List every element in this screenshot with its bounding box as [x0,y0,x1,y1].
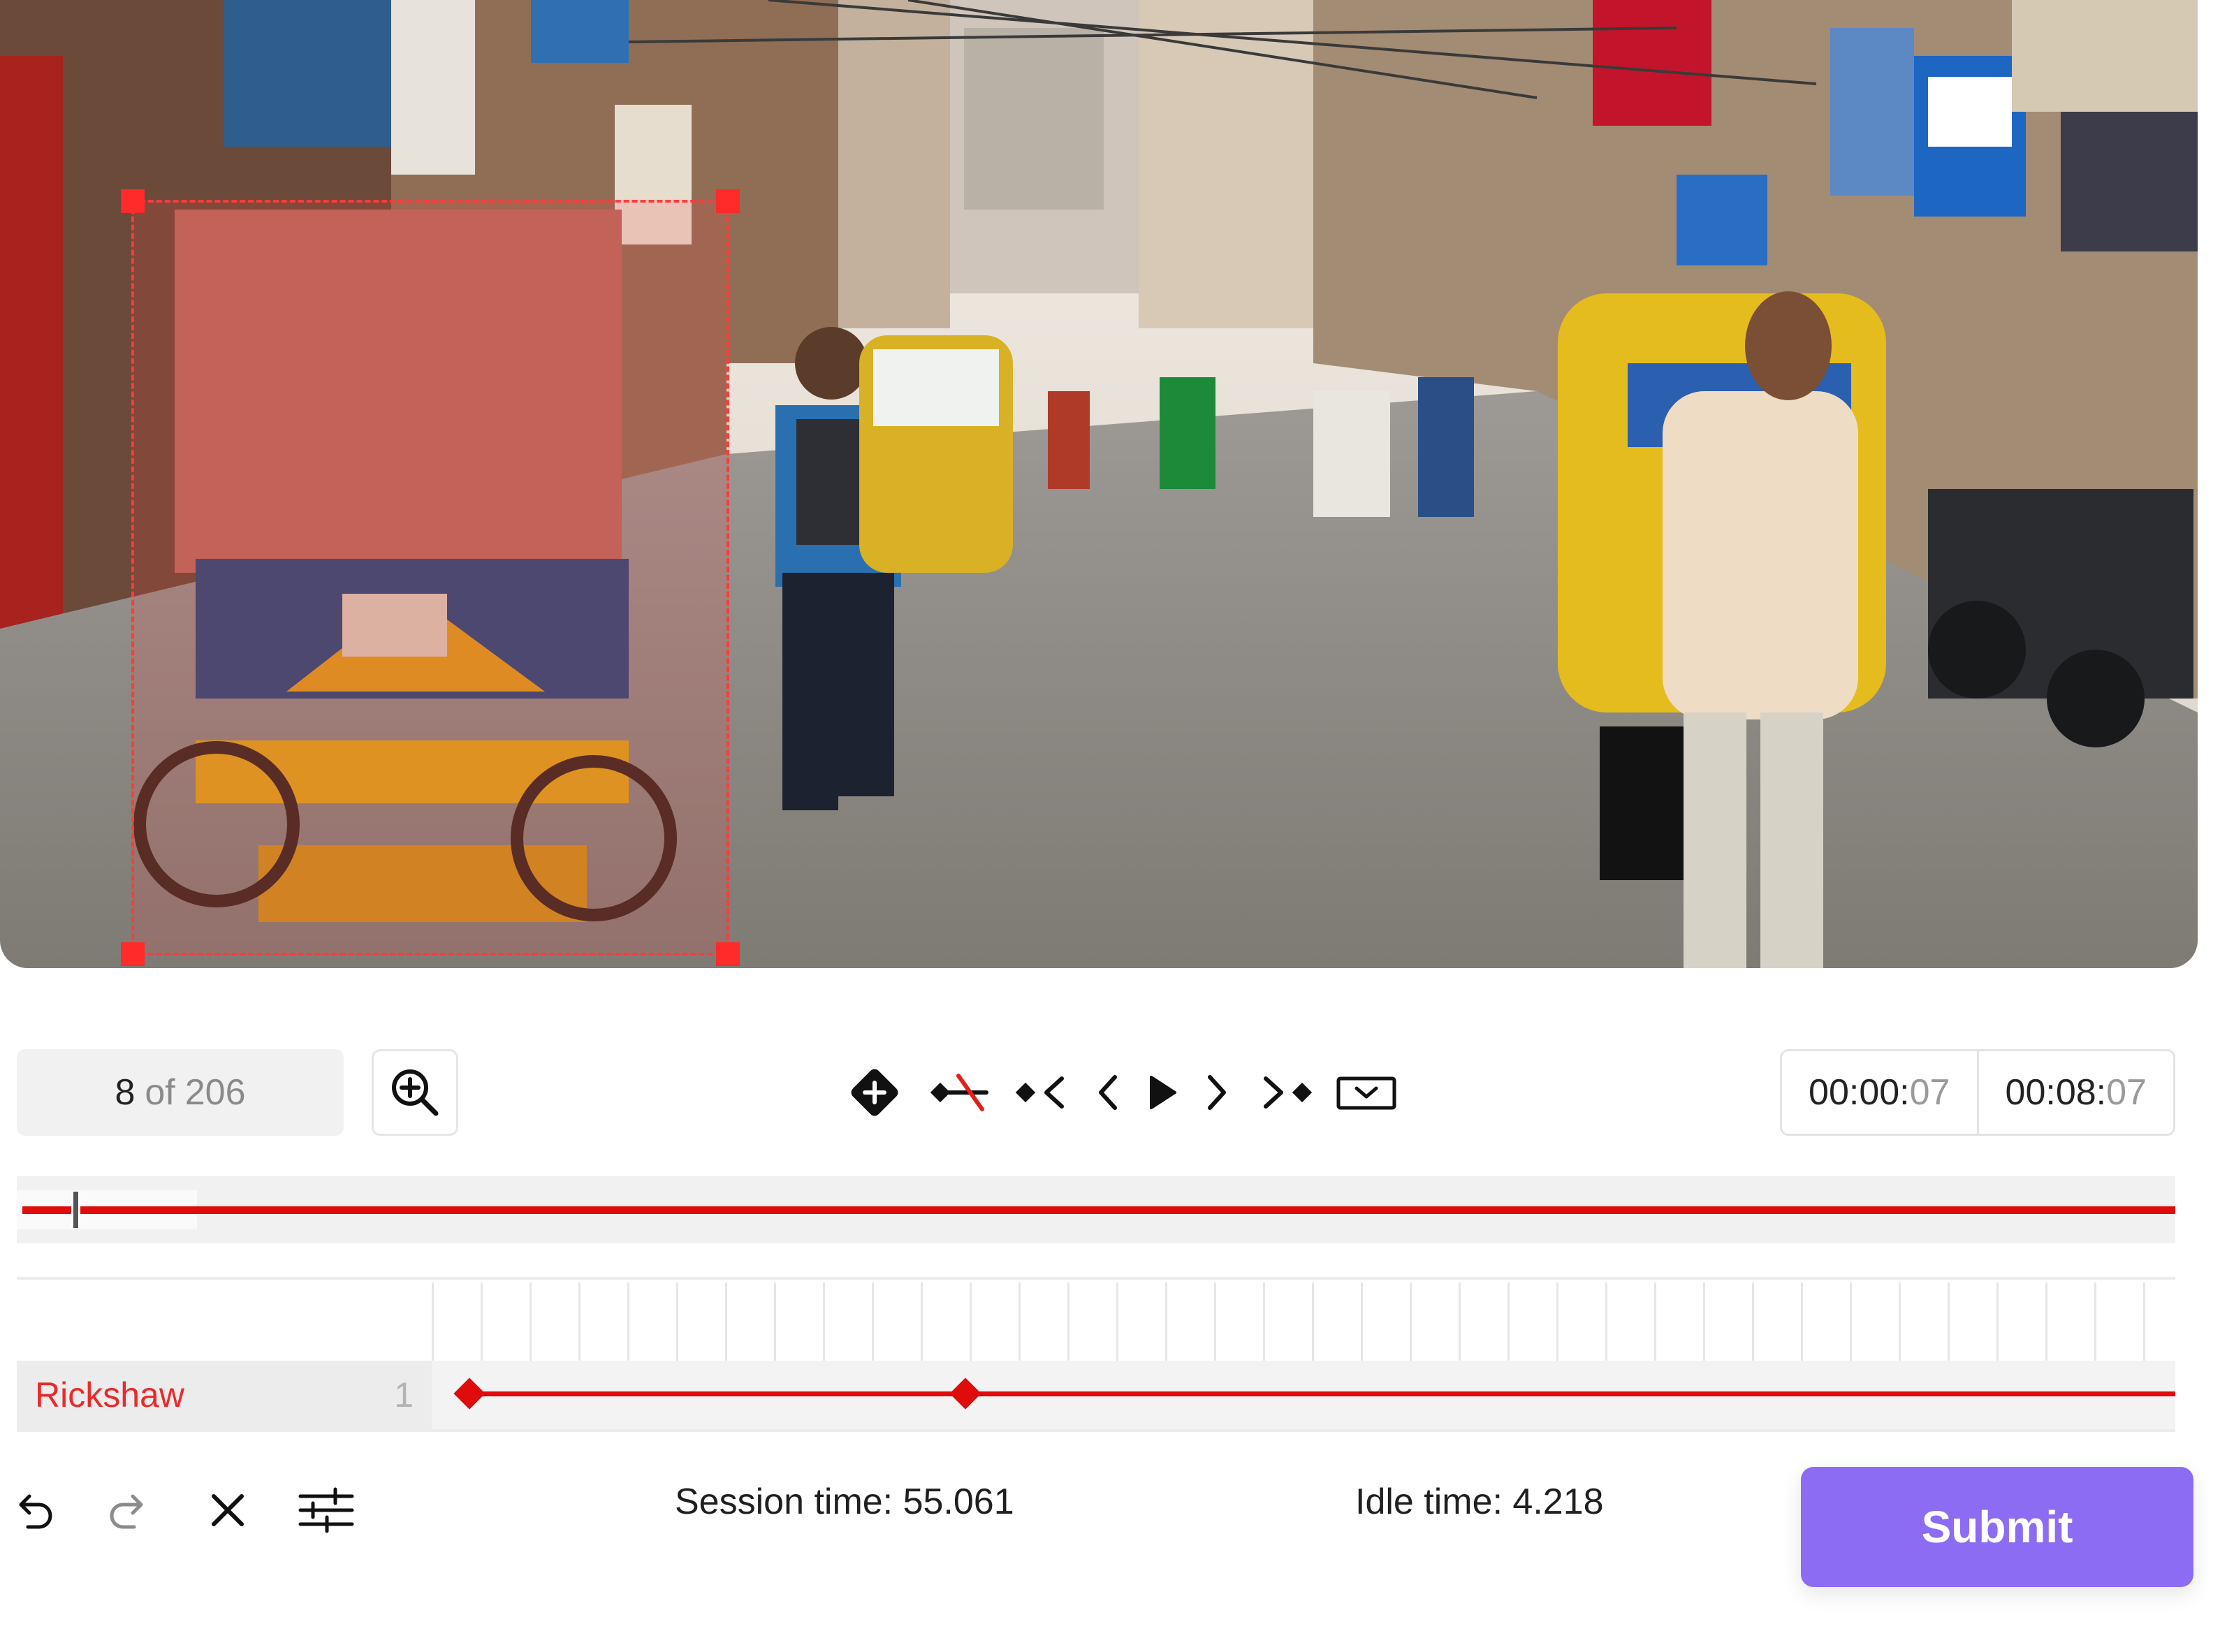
remove-keyframe-button[interactable] [926,1059,993,1126]
previous-frame-button[interactable] [1090,1059,1126,1126]
next-keyframe-button[interactable] [1255,1059,1316,1126]
dropdown-button[interactable] [1333,1059,1400,1126]
add-keyframe-button[interactable] [847,1059,903,1126]
annotation-bounding-box[interactable] [121,189,740,966]
frame-total: 206 [184,1072,246,1113]
add-keyframe-icon [851,1069,898,1116]
frame-grid [432,1282,2175,1361]
previous-keyframe-button[interactable] [1012,1059,1073,1126]
submit-button[interactable]: Submit [1801,1467,2193,1587]
idle-time: Idle time: 4.218 [1355,1482,1604,1522]
undo-icon [19,1494,52,1529]
settings-sliders-icon [298,1487,354,1533]
track-interpolation-line [464,1391,2175,1396]
playhead-handle[interactable] [71,1192,80,1228]
undo-button[interactable] [8,1485,59,1535]
resize-handle-top-left[interactable] [121,189,145,213]
frame-current: 8 [115,1072,136,1113]
redo-icon [110,1494,143,1529]
zoom-in-button[interactable] [372,1049,458,1136]
track-name: Rickshaw [35,1375,184,1415]
remove-keyframe-icon [930,1074,988,1111]
close-icon [212,1494,244,1526]
resize-handle-bottom-right[interactable] [716,942,740,966]
total-time: 00:08: 07 [1976,1051,2174,1134]
session-time: Session time: 55.061 [675,1482,1014,1522]
next-frame-button[interactable] [1199,1059,1235,1126]
cancel-button[interactable] [203,1485,253,1535]
previous-frame-icon [1099,1075,1117,1110]
timeline-bottom-divider [17,1429,2175,1432]
zoom-in-icon [392,1069,439,1116]
time-display: 00:00: 07 00:08: 07 [1780,1049,2175,1136]
next-frame-icon [1208,1075,1226,1110]
dropdown-icon [1336,1076,1396,1110]
frame-counter[interactable]: 8 of 206 [17,1049,344,1136]
previous-keyframe-icon [1015,1076,1064,1109]
settings-button[interactable] [296,1485,356,1535]
redo-button[interactable] [103,1485,154,1535]
timeline-divider [17,1277,2175,1280]
track-row[interactable]: Rickshaw 1 [17,1361,2175,1429]
timeline-scrubber[interactable] [17,1176,2175,1243]
scrubber-track-line [22,1206,2175,1214]
play-button[interactable] [1141,1059,1183,1126]
keyframe-marker[interactable] [949,1377,981,1410]
play-icon [1150,1076,1176,1109]
video-frame[interactable] [0,0,2198,968]
keyframe-marker[interactable] [453,1377,485,1410]
resize-handle-top-right[interactable] [716,189,740,213]
next-keyframe-icon [1264,1076,1313,1109]
current-time: 00:00: 07 [1809,1072,1950,1113]
resize-handle-bottom-left[interactable] [121,942,145,966]
track-label[interactable]: Rickshaw 1 [17,1361,432,1429]
track-count: 1 [394,1375,414,1415]
frame-of-label: of [145,1072,175,1113]
